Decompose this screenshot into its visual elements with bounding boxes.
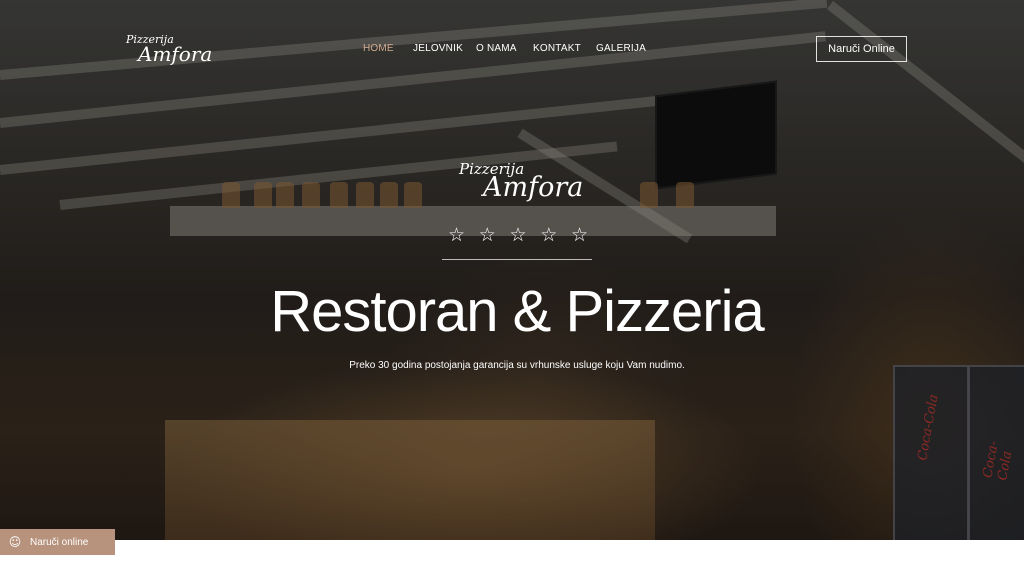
nav-jelovnik[interactable]: JELOVNIK bbox=[413, 43, 463, 54]
smiley-icon: ☺ bbox=[8, 535, 22, 549]
hero-logo: Pizzerija Amfora bbox=[455, 160, 585, 210]
star-icon: ☆ bbox=[509, 224, 527, 246]
hero-subline: Preko 30 godina postojanja garancija su … bbox=[349, 360, 685, 371]
floating-order-label: Naruči online bbox=[30, 536, 89, 548]
nav-galerija[interactable]: GALERIJA bbox=[596, 43, 646, 54]
hero-logo-big-text: Amfora bbox=[483, 172, 584, 203]
header-logo[interactable]: Pizzerija Amfora bbox=[126, 33, 226, 73]
star-icon: ☆ bbox=[540, 224, 558, 246]
logo-big-text: Amfora bbox=[138, 42, 213, 66]
hero-headline: Restoran & Pizzeria bbox=[270, 279, 765, 344]
nav-o-nama[interactable]: O NAMA bbox=[476, 43, 517, 54]
rating-stars: ☆ ☆ ☆ ☆ ☆ bbox=[448, 224, 588, 246]
star-icon: ☆ bbox=[448, 224, 466, 246]
star-icon: ☆ bbox=[570, 224, 588, 246]
floating-order-button[interactable]: ☺ Naruči online bbox=[0, 529, 115, 555]
nav-kontakt[interactable]: KONTAKT bbox=[533, 43, 581, 54]
hero-divider bbox=[442, 259, 592, 260]
dark-overlay bbox=[0, 0, 1024, 540]
order-online-button[interactable]: Naruči Online bbox=[816, 36, 907, 62]
star-icon: ☆ bbox=[478, 224, 496, 246]
hero-background: Coca-Cola Coca-Cola bbox=[0, 0, 1024, 540]
nav-home[interactable]: HOME bbox=[363, 43, 394, 54]
